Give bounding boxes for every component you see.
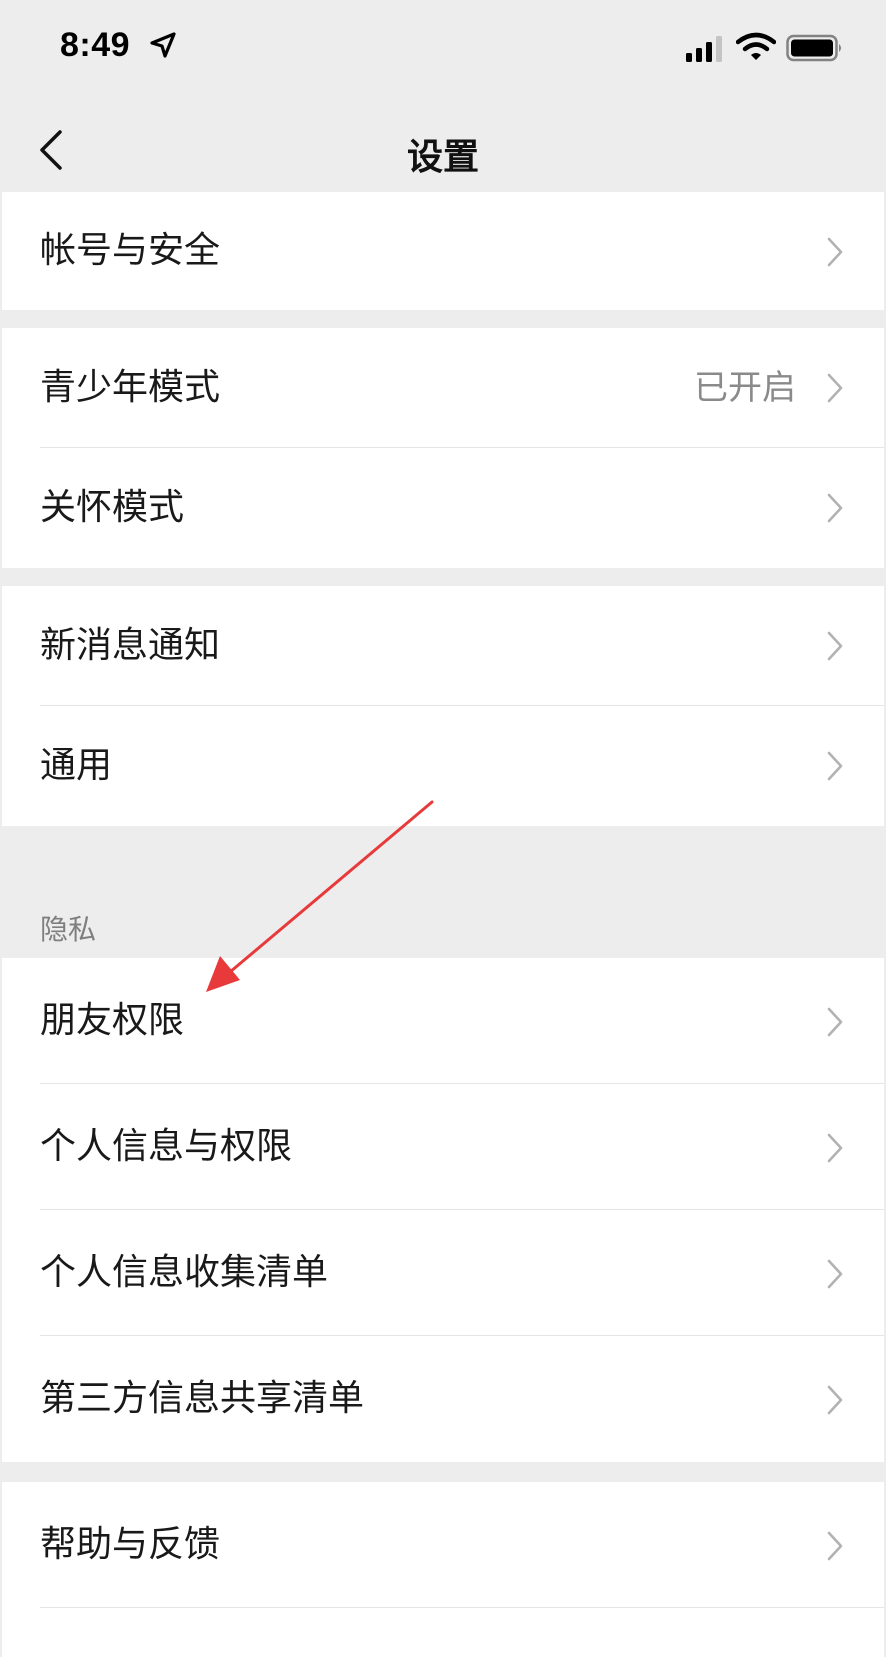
- settings-group-modes: 青少年模式 已开启 关怀模式: [2, 328, 884, 568]
- settings-item-account-security[interactable]: 帐号与安全: [2, 192, 884, 310]
- settings-group-help: 帮助与反馈: [2, 1482, 884, 1657]
- chevron-right-icon: [827, 751, 843, 781]
- settings-item-notifications[interactable]: 新消息通知: [2, 586, 884, 706]
- chevron-right-icon: [827, 1133, 843, 1163]
- chevron-right-icon: [827, 493, 843, 523]
- settings-item-label: 第三方信息共享清单: [40, 1378, 365, 1419]
- signal-icon: [686, 36, 722, 62]
- settings-item-label: 帮助与反馈: [40, 1524, 221, 1565]
- settings-item-label: 青少年模式: [40, 367, 221, 408]
- settings-item-label: 个人信息与权限: [40, 1126, 293, 1167]
- chevron-right-icon: [827, 237, 843, 267]
- chevron-right-icon: [827, 1531, 843, 1561]
- settings-item-label: 关怀模式: [40, 487, 185, 528]
- settings-item-third-party-sharing[interactable]: 第三方信息共享清单: [2, 1336, 884, 1462]
- chevron-right-icon: [827, 373, 843, 403]
- location-arrow-icon: [150, 32, 176, 58]
- settings-item-friend-permissions[interactable]: 朋友权限: [2, 958, 884, 1084]
- section-header-privacy: 隐私: [40, 913, 97, 946]
- settings-item-label: 新消息通知: [40, 625, 221, 666]
- settings-item-personal-info-collection[interactable]: 个人信息收集清单: [2, 1210, 884, 1336]
- settings-item-value: 已开启: [694, 368, 796, 408]
- navigation-bar: 设置: [0, 100, 886, 202]
- chevron-right-icon: [827, 1007, 843, 1037]
- chevron-right-icon: [827, 1385, 843, 1415]
- chevron-right-icon: [827, 1259, 843, 1289]
- settings-item-label: 帐号与安全: [40, 230, 221, 271]
- chevron-right-icon: [827, 631, 843, 661]
- settings-item-general[interactable]: 通用: [2, 706, 884, 826]
- settings-item-label: 通用: [40, 745, 113, 786]
- settings-item-teen-mode[interactable]: 青少年模式 已开启: [2, 328, 884, 448]
- status-bar: 8:49: [0, 0, 886, 100]
- page-title: 设置: [406, 137, 479, 178]
- settings-group-privacy: 朋友权限 个人信息与权限 个人信息收集清单 第三方信息共享清单: [2, 958, 884, 1462]
- settings-item-help-feedback[interactable]: 帮助与反馈: [2, 1482, 884, 1608]
- settings-item-label: 个人信息收集清单: [40, 1252, 329, 1293]
- battery-icon: [786, 34, 841, 62]
- settings-group-account: 帐号与安全: [2, 192, 884, 310]
- settings-item-label: 朋友权限: [40, 1000, 185, 1041]
- wifi-icon: [736, 32, 776, 60]
- status-time: 8:49: [60, 26, 131, 64]
- settings-item-care-mode[interactable]: 关怀模式: [2, 448, 884, 568]
- settings-item-personal-info-permissions[interactable]: 个人信息与权限: [2, 1084, 884, 1210]
- settings-group-general: 新消息通知 通用: [2, 586, 884, 826]
